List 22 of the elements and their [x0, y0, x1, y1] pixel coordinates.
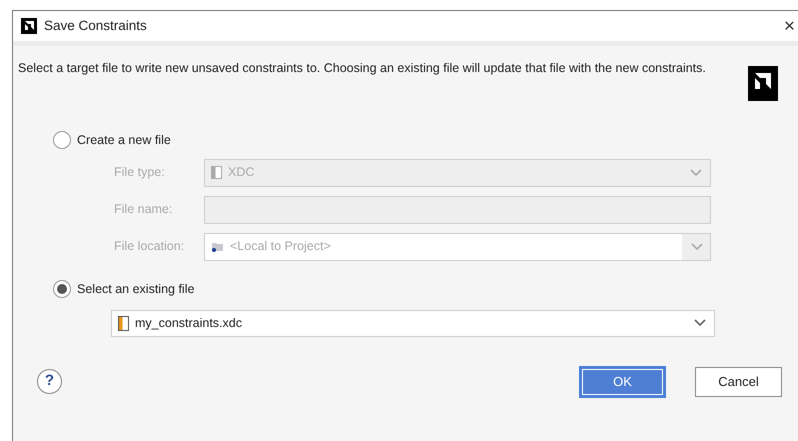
logo-icon [748, 66, 778, 101]
folder-icon [211, 241, 224, 252]
radio-button[interactable] [53, 280, 71, 298]
window-title: Save Constraints [44, 16, 147, 35]
chevron-icon [694, 319, 706, 327]
help-button[interactable]: ? [37, 369, 62, 394]
file-icon [118, 316, 129, 330]
radio-button[interactable] [53, 131, 71, 150]
file-icon [211, 166, 222, 180]
chevron-icon [690, 168, 702, 177]
description-text: Select a target file to write new unsaved constraints to. Choosing an existing file will update that file with the new constraints. [17, 60, 707, 77]
chevron-icon [690, 242, 702, 251]
field-label: File location: [114, 238, 186, 256]
logo-icon [21, 18, 37, 34]
close-button[interactable]: × [784, 16, 795, 36]
ok-button[interactable]: OK [579, 366, 666, 398]
dropdown[interactable]: my_constraints.xdc [111, 310, 715, 336]
cancel-button[interactable]: Cancel [695, 366, 782, 396]
field-label: File type: [114, 164, 166, 182]
radio-label[interactable]: Select an existing file [77, 280, 194, 298]
field-label: File name: [114, 201, 174, 218]
radio-label[interactable]: Create a new file [77, 131, 171, 150]
